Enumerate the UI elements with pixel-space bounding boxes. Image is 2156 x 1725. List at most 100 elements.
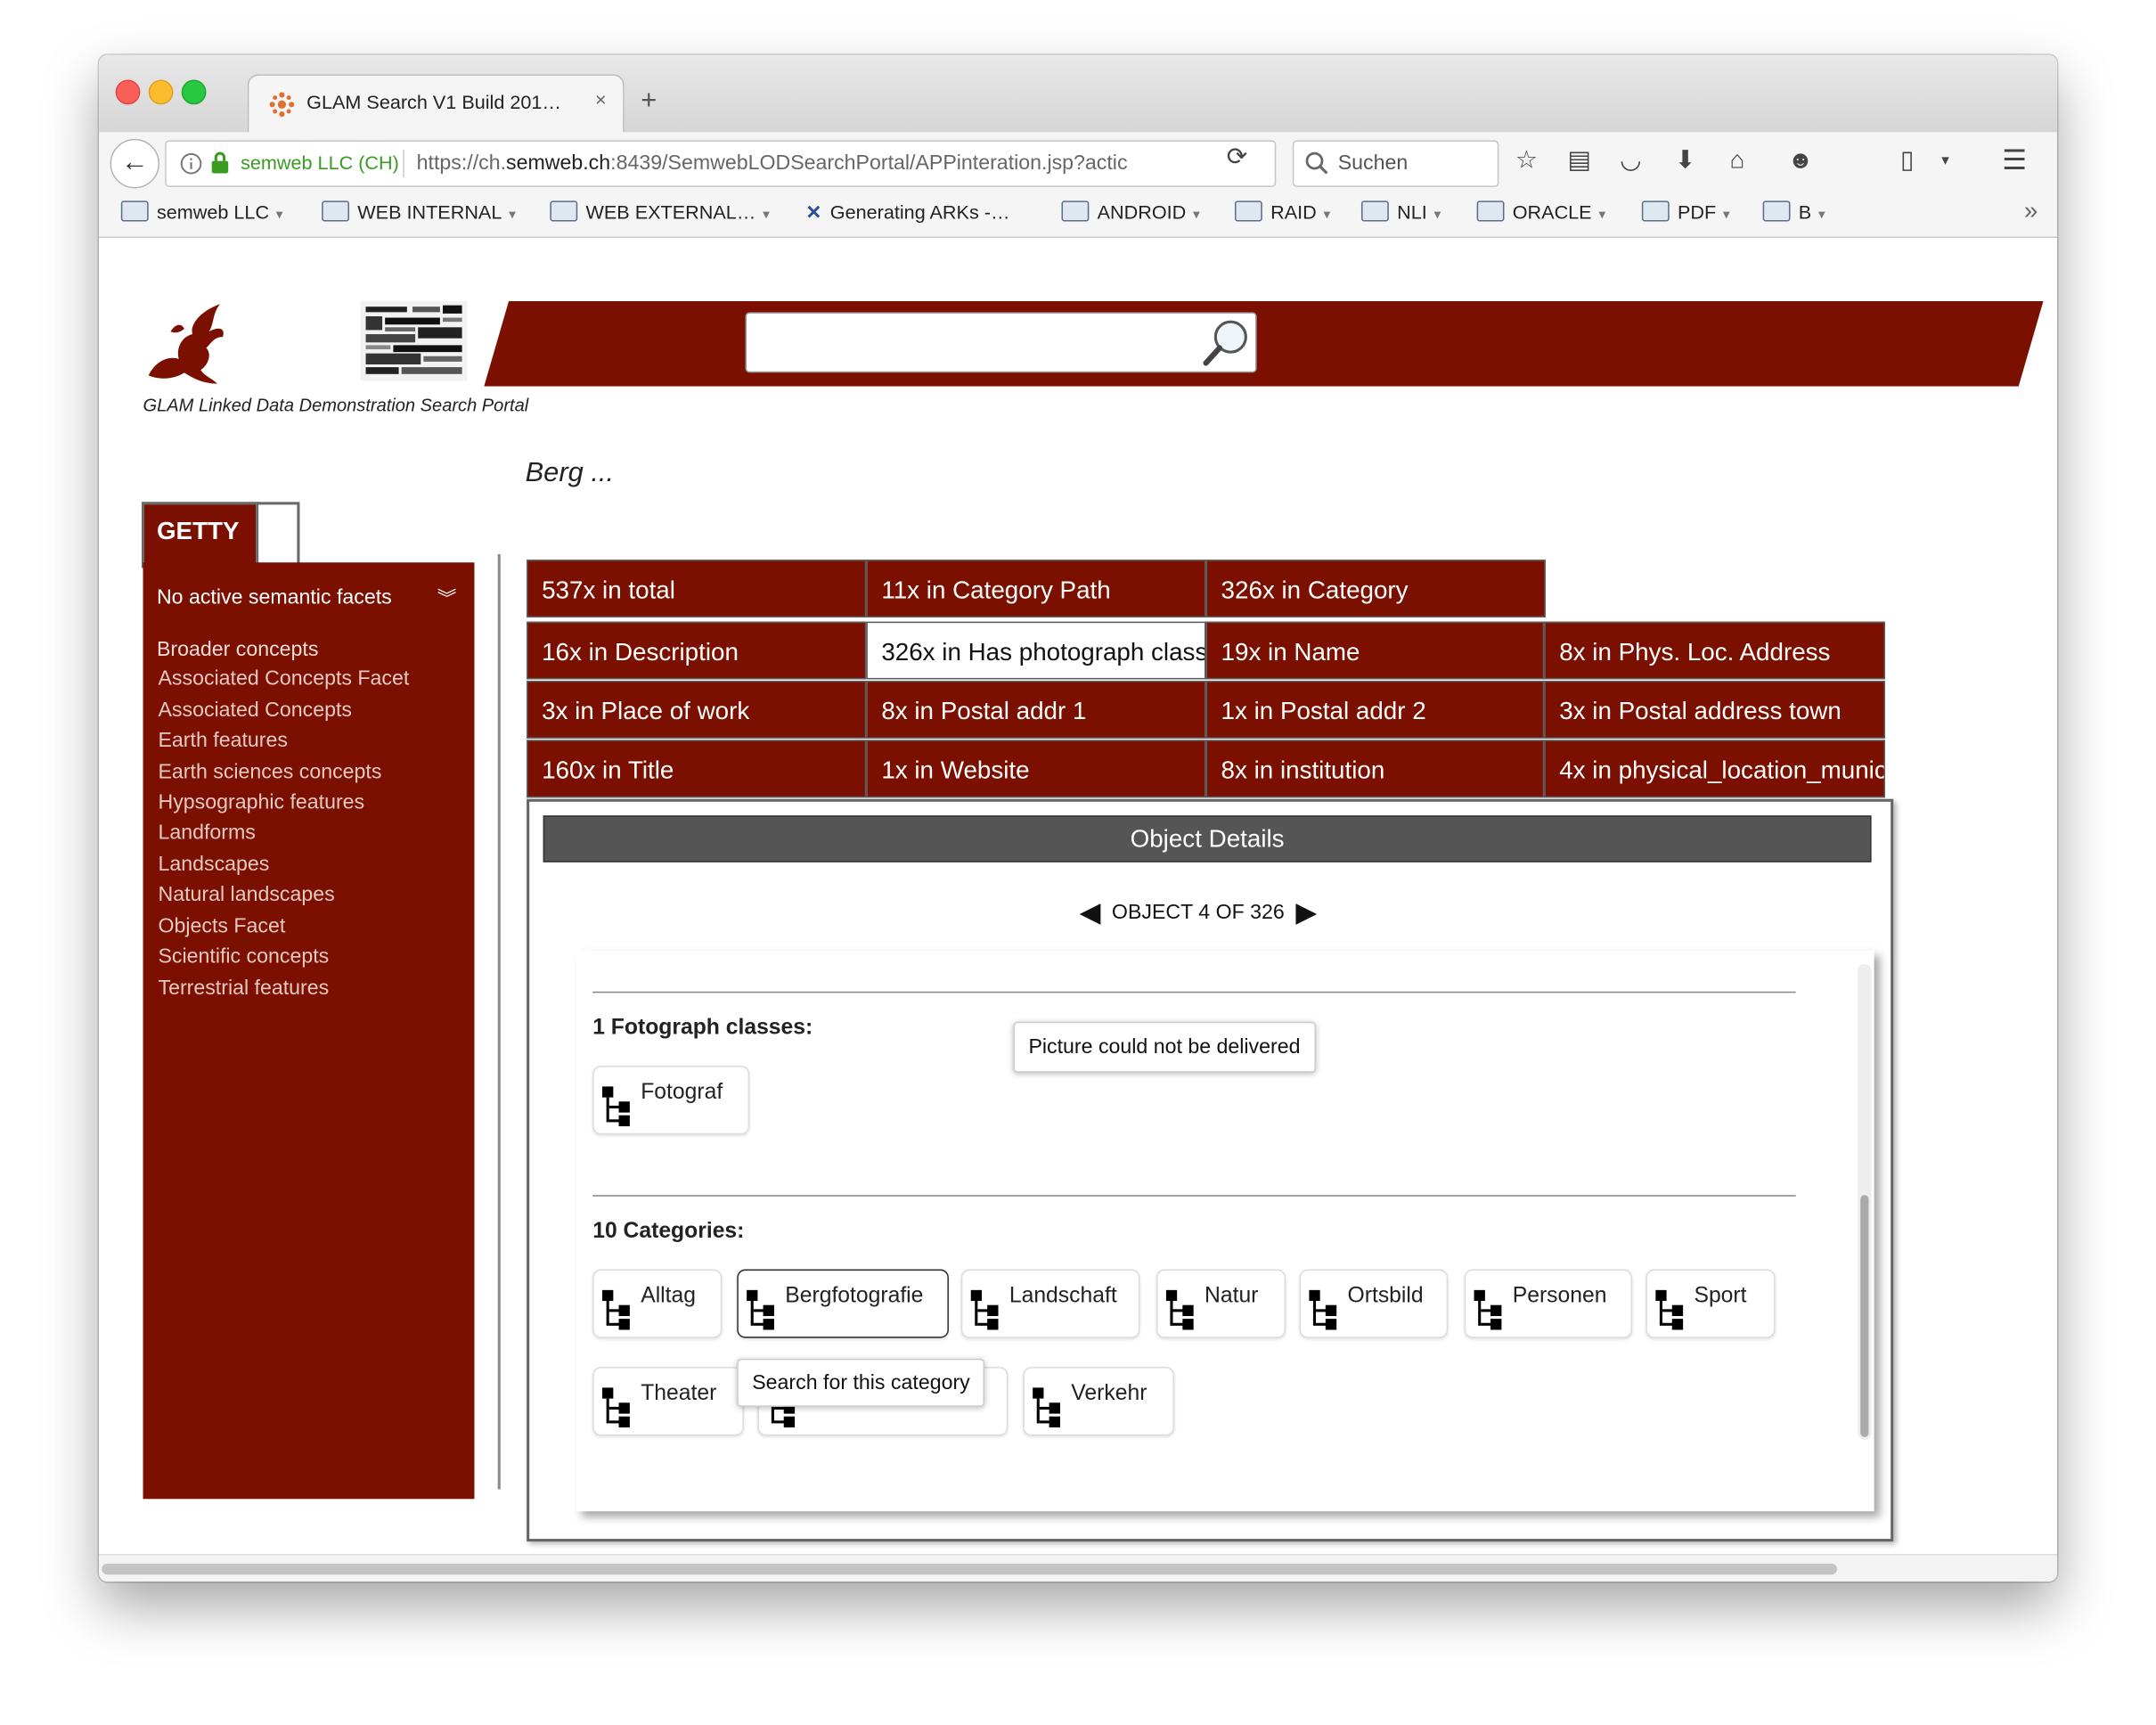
category-chip-natur[interactable]: Natur	[1156, 1269, 1286, 1338]
details-scrollbar[interactable]	[1858, 963, 1872, 1440]
bookmark-raid[interactable]: RAID ▾	[1234, 200, 1330, 224]
previous-object-icon[interactable]: ◀	[1080, 898, 1101, 928]
browser-tab[interactable]: GLAM Search V1 Build 201… ×	[247, 74, 625, 134]
back-button[interactable]: ←	[110, 138, 160, 189]
result-cell-category-path[interactable]: 11x in Category Path	[866, 560, 1206, 617]
horizontal-scrollbar[interactable]	[99, 1554, 2057, 1582]
close-tab-icon[interactable]: ×	[595, 88, 607, 110]
folder-icon	[1762, 200, 1791, 222]
result-cell-total[interactable]: 537x in total	[527, 560, 867, 617]
next-object-icon[interactable]: ▶	[1295, 898, 1317, 928]
browser-search-input[interactable]: Suchen	[1292, 140, 1499, 187]
url-text[interactable]: https://ch.semweb.ch:8439/SemwebLODSearc…	[417, 151, 1173, 175]
tab-empty[interactable]	[256, 502, 300, 568]
facets-toggle-icon[interactable]: ︾	[437, 585, 457, 612]
chip-label: Alltag	[641, 1284, 697, 1308]
hello-icon[interactable]: ☻	[1787, 146, 1813, 175]
bookmark-android[interactable]: ANDROID ▾	[1061, 200, 1200, 223]
sidebar-item-associated-concepts-facet[interactable]: Associated Concepts Facet	[158, 667, 409, 691]
bookmark-pdf[interactable]: PDF ▾	[1641, 200, 1730, 223]
bookmark-label: WEB EXTERNAL…	[585, 200, 756, 224]
sidebar-item-associated-concepts[interactable]: Associated Concepts	[158, 699, 351, 722]
category-chip-alltag[interactable]: Alltag	[592, 1269, 723, 1338]
result-cell-physical-location-municipality[interactable]: 4x in physical_location_municipality	[1544, 740, 1886, 798]
result-cell-place-of-work[interactable]: 3x in Place of work	[527, 680, 867, 739]
folder-icon	[120, 200, 149, 222]
object-details-panel: Object Details ◀ OBJECT 4 OF 326 ▶ 1 Fot…	[527, 798, 1894, 1542]
sidebar-item-natural-landscapes[interactable]: Natural landscapes	[158, 883, 334, 906]
sidebar-item-terrestrial-features[interactable]: Terrestrial features	[158, 977, 329, 1000]
site-tagline: GLAM Linked Data Demonstration Search Po…	[143, 394, 529, 416]
maximize-window-button[interactable]	[181, 79, 207, 105]
divider	[592, 991, 1796, 993]
result-cell-description[interactable]: 16x in Description	[527, 621, 867, 680]
word-cloud-logo-icon[interactable]	[360, 301, 468, 381]
category-chip-bergfotografie[interactable]: Bergfotografie	[737, 1269, 949, 1338]
category-chip-verkehr[interactable]: Verkehr	[1023, 1367, 1175, 1436]
category-chip-sport[interactable]: Sport	[1646, 1269, 1776, 1338]
category-chip-theater[interactable]: Theater	[592, 1367, 744, 1436]
download-icon[interactable]: ⬇	[1675, 146, 1695, 175]
bookmark-star-icon[interactable]: ☆	[1515, 146, 1538, 175]
address-bar[interactable]: semweb LLC (CH) https://ch.semweb.ch:843…	[165, 140, 1277, 187]
picture-unavailable-message: Picture could not be delivered	[1013, 1021, 1316, 1073]
result-cell-has-photograph-class[interactable]: 326x in Has photograph class	[866, 621, 1206, 680]
minimize-window-button[interactable]	[148, 79, 174, 105]
category-chip-landschaft[interactable]: Landschaft	[960, 1269, 1140, 1338]
bookmark-label: ORACLE	[1512, 200, 1592, 224]
result-cell-category[interactable]: 326x in Category	[1205, 560, 1546, 617]
result-cell-title[interactable]: 160x in Title	[527, 740, 867, 798]
photo-class-chip-fotograf[interactable]: Fotograf	[592, 1066, 750, 1135]
category-chip-ortsbild[interactable]: Ortsbild	[1299, 1269, 1449, 1338]
sidebar-item-earth-features[interactable]: Earth features	[158, 729, 287, 752]
bookmark-generating-arks[interactable]: ✕ Generating ARKs -…	[805, 200, 1009, 224]
result-cell-website[interactable]: 1x in Website	[866, 740, 1206, 798]
caret-down-icon: ▾	[275, 208, 283, 224]
sidebar-item-objects-facet[interactable]: Objects Facet	[158, 914, 285, 937]
bookmark-b[interactable]: B ▾	[1762, 200, 1825, 223]
bookmarks-overflow-icon[interactable]: »	[2024, 197, 2038, 225]
result-cell-institution[interactable]: 8x in institution	[1205, 740, 1545, 798]
eagle-logo-icon[interactable]	[143, 301, 229, 387]
bookmark-nli[interactable]: NLI ▾	[1360, 200, 1441, 224]
sidebar-item-earth-sciences-concepts[interactable]: Earth sciences concepts	[158, 761, 381, 784]
sidebar: No active semantic facets ︾ Broader conc…	[143, 562, 475, 1500]
category-search-tooltip: Search for this category	[737, 1358, 985, 1407]
photo-classes-title: 1 Fotograph classes:	[592, 1016, 813, 1040]
bookmark-oracle[interactable]: ORACLE ▾	[1476, 200, 1605, 224]
sidebar-item-landscapes[interactable]: Landscapes	[158, 853, 269, 876]
sidebar-item-broader-concepts[interactable]: Broader concepts	[157, 638, 318, 661]
clipboard-icon[interactable]: ▯	[1900, 146, 1914, 175]
new-tab-button[interactable]: +	[641, 86, 657, 117]
result-cell-postal-addr-2[interactable]: 1x in Postal addr 2	[1205, 680, 1545, 739]
hamburger-menu-icon[interactable]: ☰	[2002, 143, 2027, 178]
tab-getty[interactable]: GETTY	[141, 502, 260, 568]
result-cell-name[interactable]: 19x in Name	[1205, 621, 1545, 680]
horizontal-scrollbar-thumb[interactable]	[102, 1563, 1837, 1575]
reload-icon[interactable]: ⟳	[1227, 143, 1247, 172]
bookmark-label: RAID	[1270, 200, 1317, 224]
details-scroll-area[interactable]: 1 Fotograph classes: Fotograf Picture co…	[576, 950, 1874, 1512]
sidebar-item-landforms[interactable]: Landforms	[158, 821, 255, 844]
reading-list-icon[interactable]: ▤	[1567, 146, 1590, 175]
bookmark-web-external[interactable]: WEB EXTERNAL… ▾	[550, 200, 770, 223]
category-chip-personen[interactable]: Personen	[1464, 1269, 1633, 1338]
pocket-icon[interactable]: ◡	[1620, 146, 1641, 175]
result-cell-postal-address-town[interactable]: 3x in Postal address town	[1544, 680, 1886, 739]
extension-menu-icon[interactable]: ▾	[1941, 151, 1949, 169]
sidebar-item-hypsographic-features[interactable]: Hypsographic features	[158, 790, 364, 813]
home-icon[interactable]: ⌂	[1730, 146, 1745, 175]
result-cell-postal-addr-1[interactable]: 8x in Postal addr 1	[866, 680, 1206, 739]
main-search-input[interactable]	[745, 312, 1257, 373]
bookmark-semweb-llc[interactable]: semweb LLC ▾	[120, 200, 283, 224]
bookmark-web-internal[interactable]: WEB INTERNAL ▾	[322, 200, 516, 223]
details-scrollbar-thumb[interactable]	[1860, 1195, 1869, 1437]
close-window-button[interactable]	[115, 79, 141, 105]
url-path: :8439/SemwebLODSearchPortal/APPinteratio…	[610, 151, 1128, 176]
result-cell-phys-loc-address[interactable]: 8x in Phys. Loc. Address	[1544, 621, 1886, 680]
hierarchy-icon	[1033, 1387, 1060, 1428]
bookmark-label: NLI	[1397, 200, 1427, 224]
magnifier-icon[interactable]	[1200, 316, 1253, 369]
info-icon[interactable]	[180, 152, 202, 175]
sidebar-item-scientific-concepts[interactable]: Scientific concepts	[158, 944, 329, 968]
